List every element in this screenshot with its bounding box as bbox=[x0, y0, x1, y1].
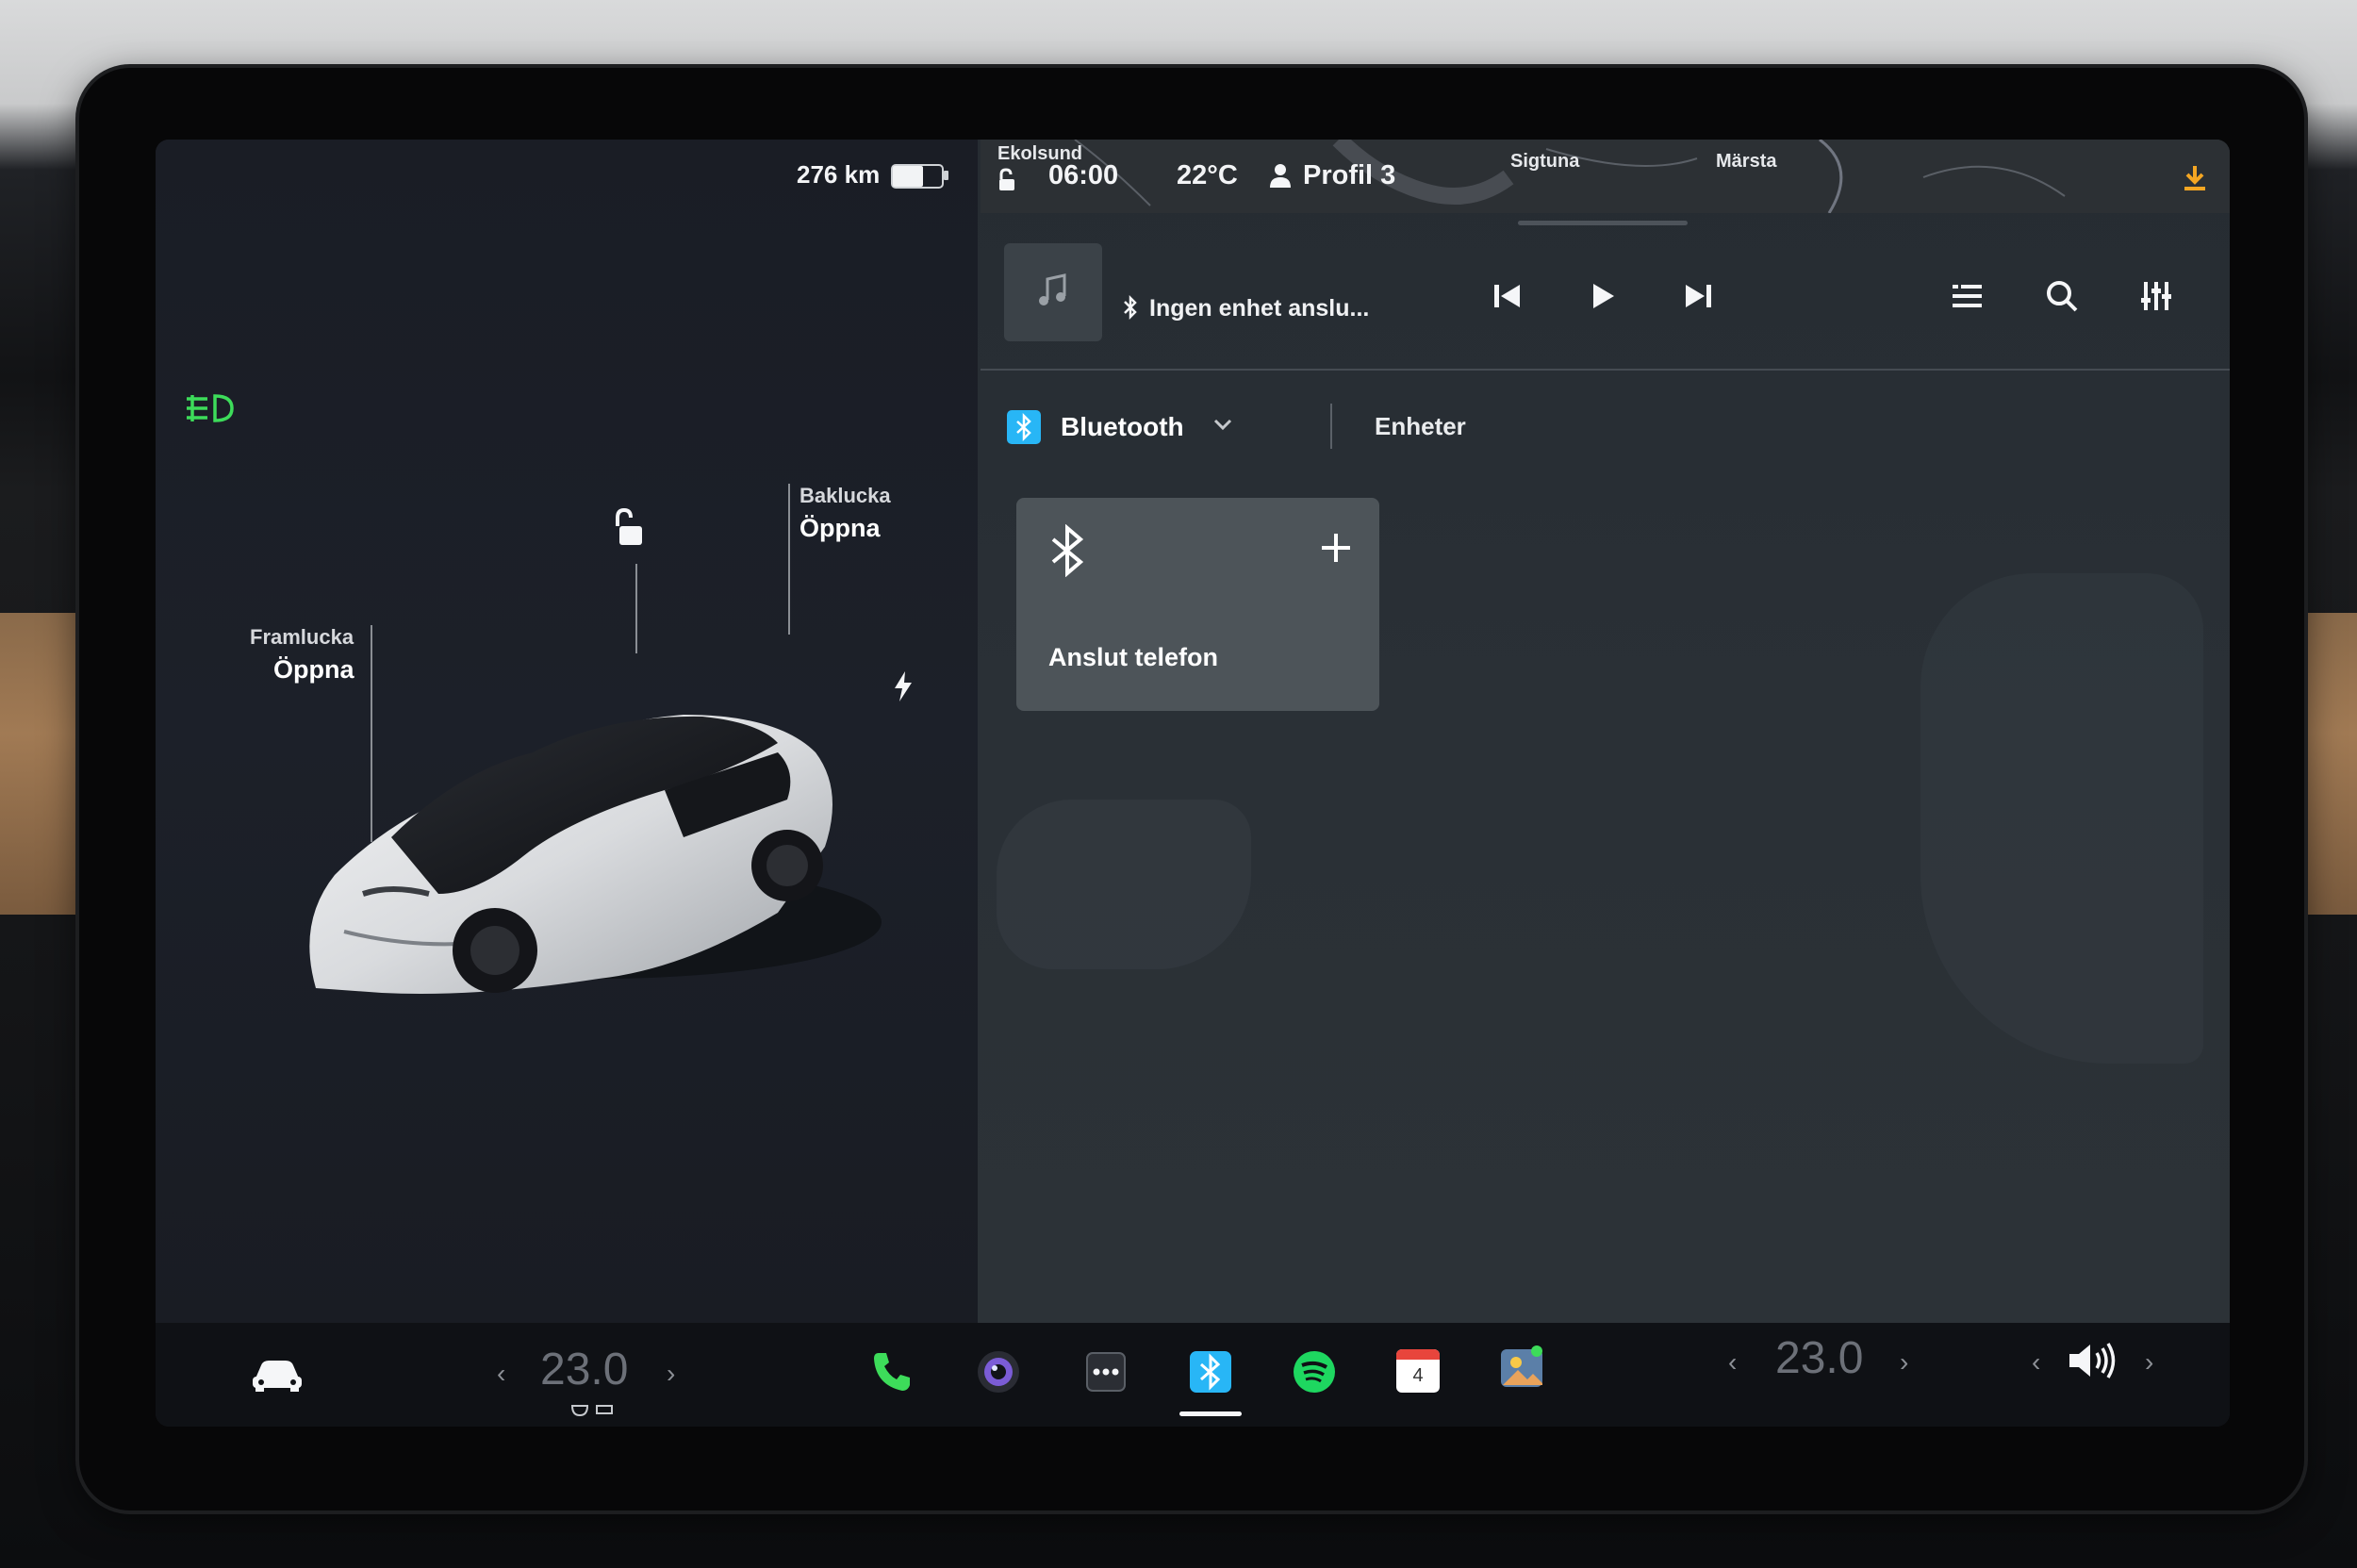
chevron-down-icon[interactable] bbox=[1211, 413, 1234, 440]
volume-down[interactable]: ‹ bbox=[2032, 1347, 2040, 1378]
search-icon[interactable] bbox=[2041, 275, 2083, 317]
tab-divider bbox=[1330, 404, 1332, 449]
more-icon[interactable] bbox=[1085, 1351, 1127, 1397]
passenger-temperature: 23.0 bbox=[1775, 1333, 1864, 1383]
headlights-icon[interactable] bbox=[181, 392, 238, 429]
lock-status-icon bbox=[996, 168, 1018, 197]
panel-drag-handle[interactable] bbox=[1518, 221, 1688, 225]
driver-temp-down[interactable]: ‹ bbox=[497, 1359, 505, 1389]
spotify-icon[interactable] bbox=[1292, 1349, 1337, 1399]
active-app-indicator bbox=[1179, 1411, 1242, 1416]
source-dropdown[interactable]: Bluetooth bbox=[1061, 412, 1184, 442]
play-button[interactable] bbox=[1582, 275, 1624, 317]
add-icon[interactable] bbox=[1320, 532, 1352, 569]
queue-icon[interactable] bbox=[1947, 275, 1988, 317]
profile-name[interactable]: Profil 3 bbox=[1303, 160, 1395, 191]
passenger-temp-up[interactable]: › bbox=[1900, 1347, 1908, 1378]
outside-temperature: 22°C bbox=[1177, 160, 1238, 190]
profile-icon[interactable] bbox=[1269, 162, 1292, 193]
bluetooth-app-icon[interactable] bbox=[1188, 1349, 1233, 1399]
phone-icon[interactable] bbox=[870, 1349, 914, 1397]
range-readout: 276 km bbox=[797, 160, 881, 189]
bluetooth-source-icon bbox=[1007, 410, 1041, 444]
volume-icon[interactable] bbox=[2066, 1340, 2118, 1386]
tab-devices[interactable]: Enheter bbox=[1375, 412, 1466, 441]
connect-phone-card[interactable]: Anslut telefon bbox=[1016, 498, 1379, 711]
trunk-label: Baklucka bbox=[799, 484, 891, 507]
trunk-open-button[interactable]: Öppna bbox=[799, 514, 881, 543]
driver-temp-up[interactable]: › bbox=[667, 1359, 675, 1389]
divider bbox=[981, 369, 2230, 371]
previous-track-button[interactable] bbox=[1487, 275, 1528, 317]
download-icon[interactable] bbox=[2183, 164, 2207, 197]
photos-icon[interactable] bbox=[1499, 1344, 1546, 1395]
mini-map[interactable]: Ekolsund 06:00 22°C Profil 3 Sigtuna Mär… bbox=[981, 140, 2230, 213]
music-note-icon bbox=[1036, 272, 1070, 314]
unlock-icon[interactable] bbox=[610, 507, 648, 553]
bluetooth-small-icon bbox=[1122, 294, 1139, 324]
bluetooth-icon bbox=[1048, 523, 1086, 582]
map-place-marsta: Märsta bbox=[1716, 151, 1777, 172]
passenger-temp-down[interactable]: ‹ bbox=[1728, 1347, 1737, 1378]
car-panel: 276 km Baklucka Öppna Framlucka Öppna bbox=[156, 140, 978, 1323]
album-art bbox=[1004, 243, 1102, 341]
battery-icon bbox=[891, 164, 944, 189]
equalizer-icon[interactable] bbox=[2135, 275, 2177, 317]
seat-heater-icons[interactable] bbox=[570, 1402, 618, 1424]
car-icon[interactable] bbox=[250, 1356, 305, 1398]
camera-icon[interactable] bbox=[976, 1349, 1021, 1399]
bottom-dock: ‹ 23.0 › 4 ‹ 23.0 › ‹ › bbox=[156, 1323, 2230, 1427]
volume-up[interactable]: › bbox=[2145, 1347, 2153, 1378]
next-track-button[interactable] bbox=[1677, 275, 1719, 317]
touchscreen: 276 km Baklucka Öppna Framlucka Öppna Ek… bbox=[156, 140, 2230, 1427]
driver-temperature: 23.0 bbox=[540, 1345, 629, 1395]
map-place-sigtuna: Sigtuna bbox=[1510, 151, 1580, 172]
media-source-status: Ingen enhet anslu... bbox=[1149, 295, 1370, 322]
connect-phone-label: Anslut telefon bbox=[1048, 643, 1218, 671]
calendar-day: 4 bbox=[1412, 1365, 1424, 1386]
calendar-icon[interactable]: 4 bbox=[1396, 1349, 1440, 1393]
car-image bbox=[288, 611, 900, 1012]
clock: 06:00 bbox=[1048, 160, 1119, 190]
